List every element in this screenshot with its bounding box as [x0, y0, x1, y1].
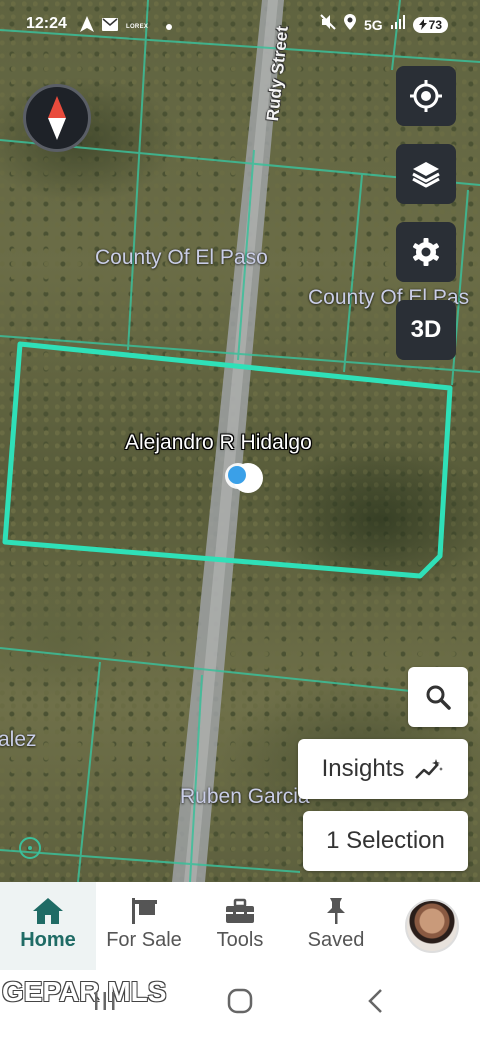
mute-icon: [320, 14, 336, 35]
owner-label-county: County Of El Paso: [95, 246, 268, 269]
system-navigation-bar: GEPAR MLS: [0, 970, 480, 1040]
battery-level: 73: [428, 17, 442, 32]
navigation-arrow-icon: [80, 16, 94, 37]
owner-label-partial: alez: [0, 728, 37, 751]
nav-for-sale[interactable]: For Sale: [96, 882, 192, 970]
compass-button[interactable]: [23, 84, 91, 152]
nav-home[interactable]: Home: [0, 882, 96, 970]
3d-toggle-button[interactable]: 3D: [396, 300, 456, 360]
search-button[interactable]: [408, 667, 468, 727]
nav-saved[interactable]: Saved: [288, 882, 384, 970]
charging-icon: [418, 19, 427, 30]
nav-saved-label: Saved: [307, 929, 365, 951]
gear-icon: [412, 238, 440, 266]
owner-label-ruben: Ruben Garcia: [180, 785, 310, 808]
location-pin-icon: [343, 14, 356, 35]
pin-icon: [327, 898, 345, 924]
3d-label: 3D: [410, 316, 442, 343]
notification-dot-icon: [166, 23, 173, 30]
search-icon: [426, 685, 451, 710]
signal-icon: [390, 15, 405, 34]
home-circle-icon: [227, 988, 253, 1014]
status-bar: 12:24 LOREX 5G 73: [0, 0, 480, 50]
layers-button[interactable]: [396, 144, 456, 204]
settings-button[interactable]: [396, 222, 456, 282]
mail-icon: [102, 17, 118, 36]
current-location-marker: [222, 460, 266, 496]
recent-apps-button[interactable]: [92, 988, 118, 1019]
layers-icon: [412, 162, 440, 188]
insights-button[interactable]: Insights: [298, 739, 468, 799]
bottom-navigation: Home For Sale Tools Saved: [0, 882, 480, 970]
recent-apps-icon: [95, 992, 115, 1010]
network-type: 5G: [363, 16, 383, 33]
home-icon: [33, 898, 63, 924]
sparkle-chart-icon: [415, 759, 444, 779]
compass-icon: [48, 96, 66, 140]
mls-watermark: GEPAR MLS: [2, 976, 167, 1007]
back-button[interactable]: [364, 988, 390, 1019]
flag-icon: [132, 898, 157, 924]
home-system-button[interactable]: [227, 988, 253, 1019]
toolbox-icon: [226, 898, 254, 923]
nav-tools[interactable]: Tools: [192, 882, 288, 970]
selected-owner-label: Alejandro R Hidalgo: [125, 431, 312, 454]
clock: 12:24: [26, 15, 67, 32]
nav-tools-label: Tools: [216, 929, 264, 951]
avatar: [405, 899, 459, 953]
locate-button[interactable]: [396, 66, 456, 126]
selection-button[interactable]: 1 Selection: [303, 811, 468, 871]
back-chevron-icon: [368, 989, 382, 1013]
brand-notification: LOREX: [126, 23, 149, 30]
profile-button[interactable]: [384, 882, 480, 970]
nav-home-label: Home: [20, 929, 76, 951]
selection-label: 1 Selection: [326, 827, 445, 854]
insights-label: Insights: [321, 755, 405, 782]
battery-indicator: 73: [412, 16, 448, 33]
crosshair-icon: [410, 80, 442, 112]
nav-for-sale-label: For Sale: [106, 929, 182, 951]
